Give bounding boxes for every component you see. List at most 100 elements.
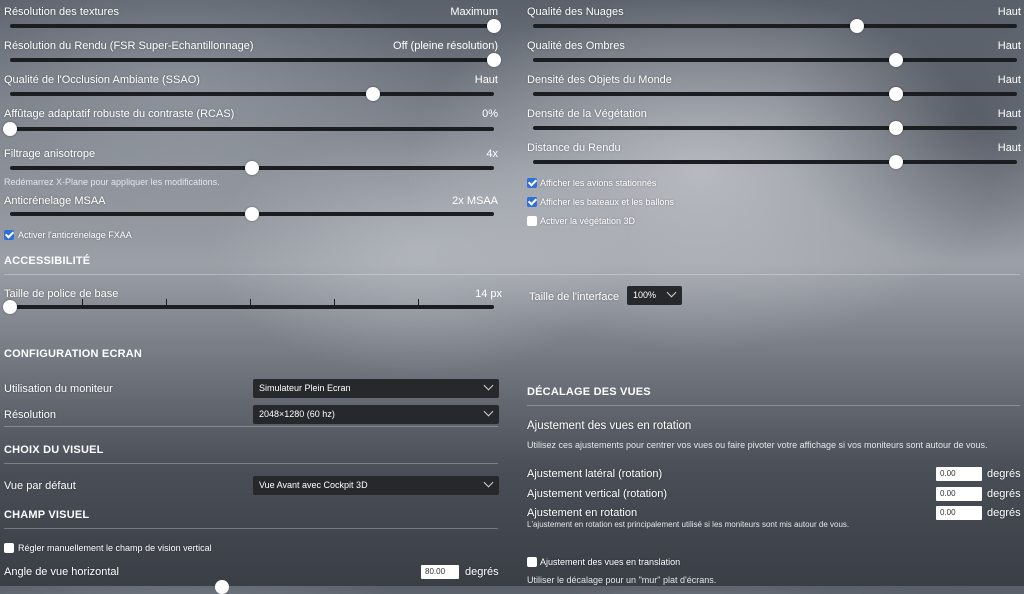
msaa-label: Anticrénelage MSAA	[4, 195, 106, 207]
ui-size-dropdown[interactable]: 100%	[627, 286, 682, 305]
section-divider	[4, 463, 498, 464]
fxaa-checkbox[interactable]	[4, 230, 14, 240]
slider-knob[interactable]	[487, 53, 501, 67]
screen-config-title: CONFIGURATION ECRAN	[4, 348, 143, 360]
font-size-label: Taille de police de base	[4, 288, 119, 300]
tick	[250, 299, 251, 305]
lateral-rotation-input[interactable]: 0.00	[936, 467, 982, 481]
slider-knob[interactable]	[889, 121, 903, 135]
accessibility-title: ACCESSIBILITÉ	[4, 255, 91, 267]
ssao-slider[interactable]	[10, 87, 494, 101]
visual-choice-title: CHOIX DU VISUEL	[4, 444, 104, 456]
resolution-value: 2048×1280 (60 hz)	[259, 409, 335, 419]
ui-size-value: 100%	[633, 290, 657, 300]
tick	[82, 299, 83, 305]
translation-checkbox[interactable]	[527, 557, 537, 567]
parked-aircraft-checkbox[interactable]	[527, 178, 537, 188]
texture-resolution-slider[interactable]	[10, 19, 501, 33]
vegetation-3d-checkbox[interactable]	[527, 216, 537, 226]
default-view-dropdown[interactable]: Vue Avant avec Cockpit 3D	[253, 476, 499, 495]
default-view-label: Vue par défaut	[4, 480, 76, 492]
anisotropic-slider[interactable]	[10, 161, 494, 175]
restart-hint: Redémarrez X-Plane pour appliquer les mo…	[4, 177, 220, 187]
msaa-slider[interactable]	[10, 207, 494, 221]
shadows-value: Haut	[997, 40, 1021, 52]
resolution-label: Résolution	[4, 409, 56, 421]
tick	[166, 299, 167, 305]
rotation-adjust-title: Ajustement des vues en rotation	[527, 420, 692, 432]
ssao-value: Haut	[474, 74, 498, 86]
horizontal-fov-slider-knob[interactable]	[215, 580, 229, 594]
parked-aircraft-label: Afficher les avions stationnés	[540, 178, 657, 188]
world-objects-slider[interactable]	[533, 87, 1017, 101]
ui-size-label: Taille de l'interface	[529, 291, 620, 303]
lateral-rotation-label: Ajustement latéral (rotation)	[527, 468, 663, 480]
vegetation-density-slider[interactable]	[533, 121, 1017, 135]
tick	[334, 299, 335, 305]
section-divider	[4, 426, 498, 427]
world-objects-value: Haut	[997, 74, 1021, 86]
roll-rotation-unit: degrés	[987, 507, 1021, 519]
monitor-usage-dropdown[interactable]: Simulateur Plein Ecran	[253, 379, 499, 398]
fxaa-label: Activer l'anticrénelage FXAA	[18, 230, 132, 240]
vegetation-density-label: Densité de la Végétation	[527, 108, 647, 120]
horizontal-fov-input[interactable]: 80.00	[421, 565, 459, 579]
horizontal-fov-unit: degrés	[465, 566, 499, 578]
slider-knob[interactable]	[3, 300, 17, 314]
font-size-slider[interactable]	[3, 300, 494, 314]
slider-knob[interactable]	[366, 87, 380, 101]
render-resolution-label: Résolution du Rendu (FSR Super-Echantill…	[4, 40, 254, 52]
slider-knob[interactable]	[3, 122, 17, 136]
section-divider	[4, 528, 498, 529]
resolution-dropdown[interactable]: 2048×1280 (60 hz)	[253, 405, 499, 424]
boats-balloons-checkbox[interactable]	[527, 197, 537, 207]
section-divider	[527, 405, 1020, 406]
manual-fov-label: Régler manuellement le champ de vision v…	[18, 543, 212, 553]
texture-resolution-label: Résolution des textures	[4, 6, 119, 18]
clouds-value: Haut	[997, 6, 1021, 18]
render-distance-slider[interactable]	[533, 155, 1017, 169]
section-divider	[4, 274, 1020, 275]
anisotropic-value: 4x	[486, 148, 498, 160]
slider-knob[interactable]	[889, 155, 903, 169]
slider-knob[interactable]	[487, 19, 501, 33]
rotation-note: L'ajustement en rotation est principalem…	[527, 520, 850, 529]
slider-knob[interactable]	[245, 161, 259, 175]
shadows-label: Qualité des Ombres	[527, 40, 625, 52]
rcas-value: 0%	[482, 108, 498, 120]
anisotropic-label: Filtrage anisotrope	[4, 148, 96, 160]
manual-fov-checkbox[interactable]	[4, 543, 14, 553]
roll-rotation-label: Ajustement en rotation	[527, 507, 638, 519]
chevron-down-icon	[483, 477, 494, 488]
vegetation-density-value: Haut	[997, 108, 1021, 120]
vertical-rotation-unit: degrés	[987, 488, 1021, 500]
boats-balloons-label: Afficher les bateaux et les ballons	[540, 197, 674, 207]
default-view-value: Vue Avant avec Cockpit 3D	[259, 480, 368, 490]
render-distance-value: Haut	[997, 142, 1021, 154]
chevron-down-icon	[483, 380, 494, 391]
render-resolution-slider[interactable]	[10, 53, 501, 67]
shadows-slider[interactable]	[533, 53, 1017, 67]
slider-knob[interactable]	[889, 87, 903, 101]
translation-label: Ajustement des vues en translation	[540, 557, 681, 567]
slider-knob[interactable]	[245, 207, 259, 221]
slider-knob[interactable]	[889, 53, 903, 67]
vertical-rotation-input[interactable]: 0.00	[936, 487, 982, 501]
clouds-label: Qualité des Nuages	[527, 6, 624, 18]
rotation-adjust-desc: Utilisez ces ajustements pour centrer vo…	[527, 440, 988, 450]
world-objects-label: Densité des Objets du Monde	[527, 74, 672, 86]
render-resolution-value: Off (pleine résolution)	[393, 40, 498, 52]
monitor-usage-value: Simulateur Plein Ecran	[259, 383, 351, 393]
horizontal-fov-label: Angle de vue horizontal	[4, 566, 119, 578]
rcas-slider[interactable]	[3, 122, 494, 136]
render-distance-label: Distance du Rendu	[527, 142, 621, 154]
texture-resolution-value: Maximum	[450, 6, 498, 18]
lateral-rotation-unit: degrés	[987, 468, 1021, 480]
view-offset-title: DÉCALAGE DES VUES	[527, 386, 651, 398]
translation-desc: Utiliser le décalage pour un "mur" plat …	[527, 575, 717, 585]
roll-rotation-input[interactable]: 0.00	[936, 506, 982, 520]
ssao-label: Qualité de l'Occlusion Ambiante (SSAO)	[4, 74, 200, 86]
tick	[418, 299, 419, 305]
slider-knob[interactable]	[850, 19, 865, 33]
clouds-slider[interactable]	[533, 19, 1017, 33]
